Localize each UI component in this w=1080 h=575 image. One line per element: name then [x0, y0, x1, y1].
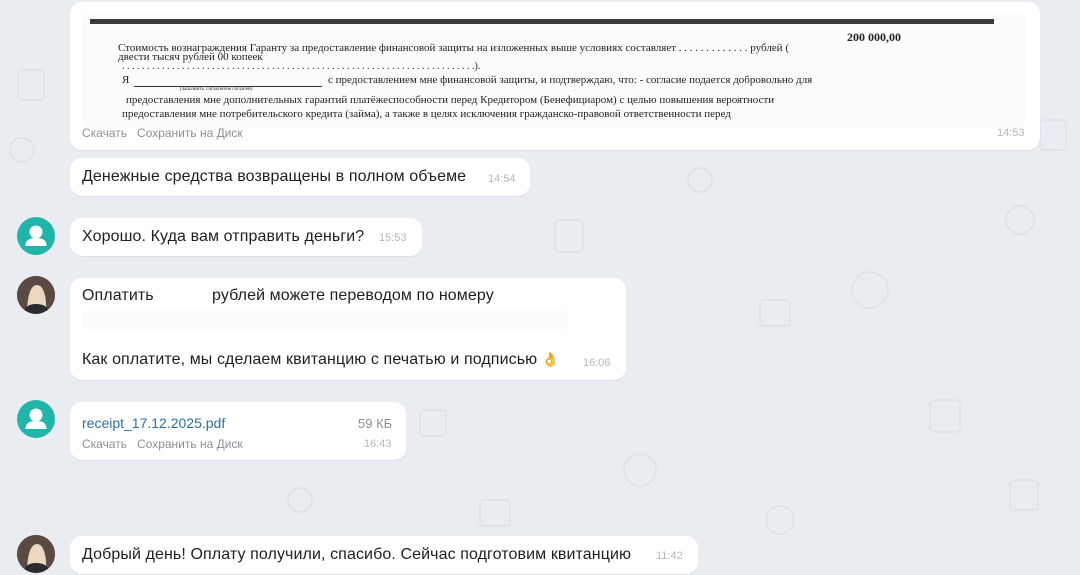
message-time: 15:53 — [379, 232, 407, 244]
document-line-2: . . . . . . . . . . . . . . . . . . . . … — [122, 61, 481, 72]
message-text-line: Как оплатите, мы сделаем квитанцию с печ… — [82, 351, 538, 368]
message-text: Как оплатите, мы сделаем квитанцию с печ… — [82, 351, 559, 369]
message-time: 11:42 — [656, 550, 683, 562]
user-silhouette-icon — [25, 225, 47, 246]
message-time: 14:54 — [488, 173, 516, 185]
avatar[interactable] — [17, 217, 55, 255]
message-text: рублей можете переводом по номеру — [212, 287, 494, 304]
message-time: 16:43 — [364, 438, 392, 450]
message-text: Хорошо. Куда вам отправить деньги? — [82, 228, 365, 245]
download-button[interactable]: Скачать — [82, 126, 127, 140]
message-time: 14:53 — [997, 127, 1025, 139]
document-line-3c: (Заполнить: согласен/не согласен) — [180, 87, 253, 92]
message-text: Денежные средства возвращены в полном об… — [82, 168, 467, 185]
avatar[interactable] — [17, 276, 55, 314]
avatar[interactable] — [17, 535, 55, 573]
save-to-disk-button[interactable]: Сохранить на Диск — [137, 437, 243, 451]
redacted-area — [82, 310, 568, 330]
document-image[interactable]: 200 000,00 Стоимость вознаграждения Гара… — [82, 12, 1026, 128]
document-amount: 200 000,00 — [847, 30, 901, 44]
document-line-5: предоставления мне потребительского кред… — [122, 108, 731, 120]
message-time: 16:06 — [583, 357, 611, 369]
message-text: Добрый день! Оплату получили, спасибо. С… — [82, 546, 632, 563]
profile-photo — [17, 535, 55, 573]
document-line-4: предоставления мне дополнительных гарант… — [126, 94, 775, 106]
message-text: Оплатить — [82, 287, 154, 304]
ok-hand-emoji: 👌 — [541, 351, 560, 367]
document-top-rule — [90, 19, 994, 24]
avatar[interactable] — [17, 400, 55, 438]
save-to-disk-button[interactable]: Сохранить на Диск — [137, 126, 243, 140]
user-silhouette-icon — [25, 408, 47, 429]
profile-photo — [17, 276, 55, 314]
document-line-3b: с предоставлением мне финансовой защиты,… — [328, 74, 813, 86]
file-name-link[interactable]: receipt_17.12.2025.pdf — [82, 415, 225, 431]
file-size: 59 КБ — [358, 416, 393, 431]
download-button[interactable]: Скачать — [82, 437, 127, 451]
file-message-bubble — [70, 402, 406, 460]
document-line-3a: Я — [122, 74, 130, 86]
